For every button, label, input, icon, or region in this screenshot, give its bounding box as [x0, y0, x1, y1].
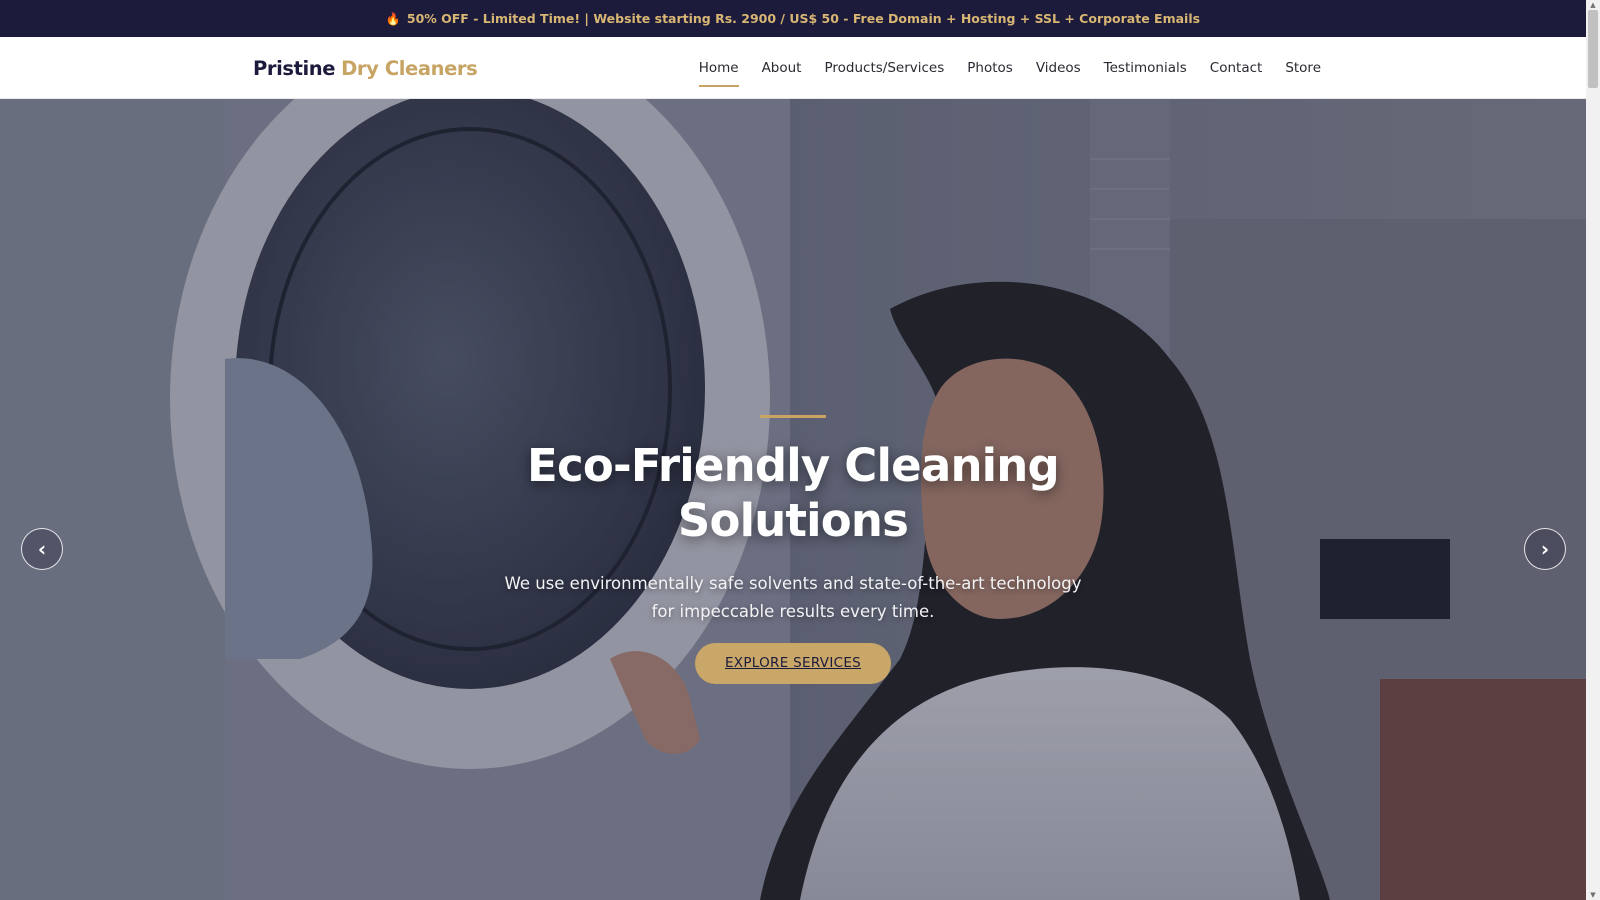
brand-name-primary: Pristine	[253, 56, 336, 80]
promo-text: 50% OFF - Limited Time! | Website starti…	[406, 11, 1201, 26]
nav-item-photos[interactable]: Photos	[967, 54, 1013, 82]
brand-logo[interactable]: Pristine Dry Cleaners	[253, 37, 478, 99]
nav-item-home[interactable]: Home	[698, 54, 739, 87]
nav-item-store[interactable]: Store	[1285, 54, 1321, 82]
hero-content: Eco-Friendly Cleaning Solutions We use e…	[0, 415, 1586, 684]
main-nav: Home About Products/Services Photos Vide…	[698, 37, 1321, 99]
hero-slider: ‹ › Eco-Friendly Cleaning Solutions We u…	[0, 99, 1586, 900]
nav-item-products-services[interactable]: Products/Services	[824, 54, 944, 82]
page-scrollbar[interactable]: ▲ ▼	[1586, 0, 1600, 900]
hero-title: Eco-Friendly Cleaning Solutions	[527, 439, 1060, 547]
scrollbar-thumb[interactable]	[1588, 10, 1598, 88]
hero-divider	[760, 415, 826, 418]
promo-bar: 🔥 50% OFF - Limited Time! | Website star…	[0, 0, 1586, 37]
brand-name-accent: Dry Cleaners	[341, 56, 478, 80]
scroll-down-icon[interactable]: ▼	[1586, 890, 1600, 900]
nav-item-about[interactable]: About	[762, 54, 802, 82]
nav-item-videos[interactable]: Videos	[1036, 54, 1081, 82]
fire-icon: 🔥	[385, 11, 401, 26]
nav-item-testimonials[interactable]: Testimonials	[1104, 54, 1187, 82]
site-header: Pristine Dry Cleaners Home About Product…	[0, 37, 1586, 99]
scroll-up-icon[interactable]: ▲	[1586, 0, 1600, 10]
explore-services-button[interactable]: EXPLORE SERVICES	[694, 643, 892, 684]
hero-subtitle: We use environmentally safe solvents and…	[504, 574, 1082, 621]
nav-item-contact[interactable]: Contact	[1210, 54, 1263, 82]
